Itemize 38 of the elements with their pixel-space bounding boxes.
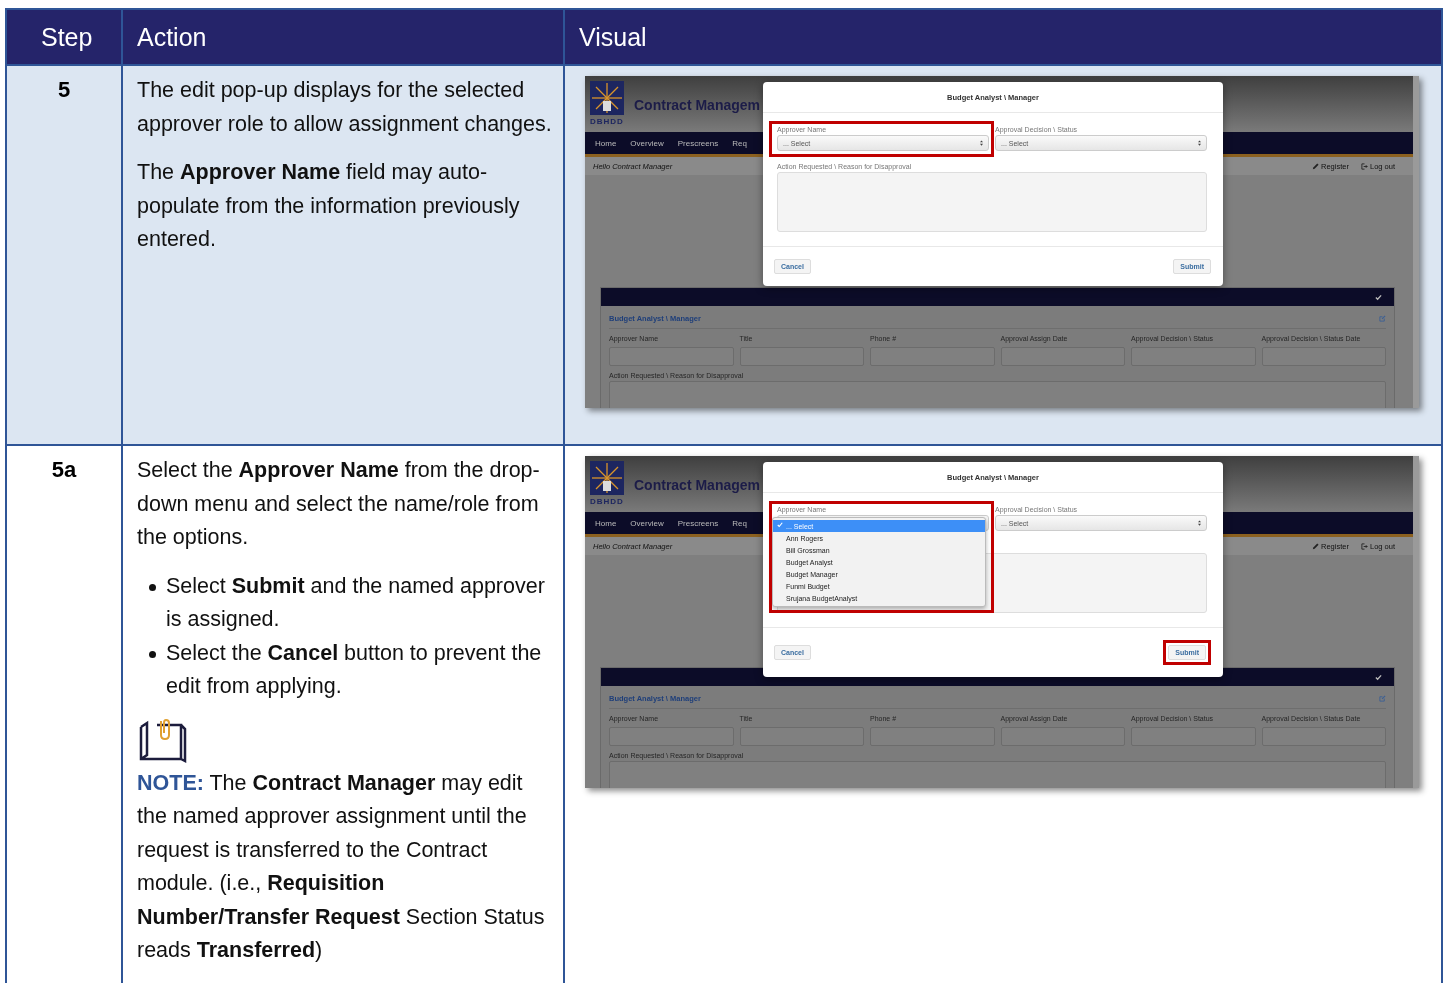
edit-icon[interactable] [1379,695,1386,702]
instruction-text: Select the Approver Name from the drop-down menu and select the name/role from the options. [137,457,541,551]
step-number: 5 [57,76,71,104]
bullet-text: Select Submit and the named approver is assigned. [166,572,546,633]
nav-link[interactable]: Overview [630,518,664,528]
updown-arrows-icon [1198,140,1201,146]
bullet-icon [149,650,156,658]
nav-link[interactable]: Prescreens [677,138,719,148]
check-icon [1375,673,1382,681]
logo-text: DBHDD [590,117,624,126]
nav-link[interactable]: Req [732,518,747,528]
star-logo-icon [590,81,624,115]
nav-link[interactable]: Home [595,138,617,148]
edit-icon[interactable] [1379,315,1386,322]
updown-arrows-icon [980,140,983,146]
pencil-icon [1312,162,1320,170]
pencil-icon [1312,542,1320,550]
step-number: 5a [51,456,77,484]
nav-link[interactable]: Overview [630,138,664,148]
logout-icon [1360,542,1368,550]
app-title: Contract Managem [634,477,761,493]
check-icon [777,522,783,528]
nav-link[interactable]: Req [732,138,747,148]
logo-text: DBHDD [590,497,624,506]
nav-link[interactable]: Prescreens [677,518,719,528]
bullet-icon [149,583,156,591]
bullet-text: Select the Cancel button to prevent the edit from applying. [166,639,543,700]
star-logo-icon [590,461,624,495]
logout-icon [1360,162,1368,170]
note-text: NOTE: The Contract Manager may edit the named approver assignment until the request is transferred to the Contract module. (i.e., Requisition Number/Transfer Request Section Status reads Transferred) [137,769,546,964]
column-header: Step [40,21,94,53]
nav-link[interactable]: Home [595,518,617,528]
app-title: Contract Managem [634,97,761,113]
notebook-clip-icon [137,718,187,763]
instruction-text: The edit pop-up displays for the selected approver role to allow assignment changes. [137,77,553,138]
instruction-text: The Approver Name field may auto-populate from the information previously entered. [137,159,521,253]
updown-arrows-icon [1198,520,1201,526]
check-icon [1375,293,1382,301]
